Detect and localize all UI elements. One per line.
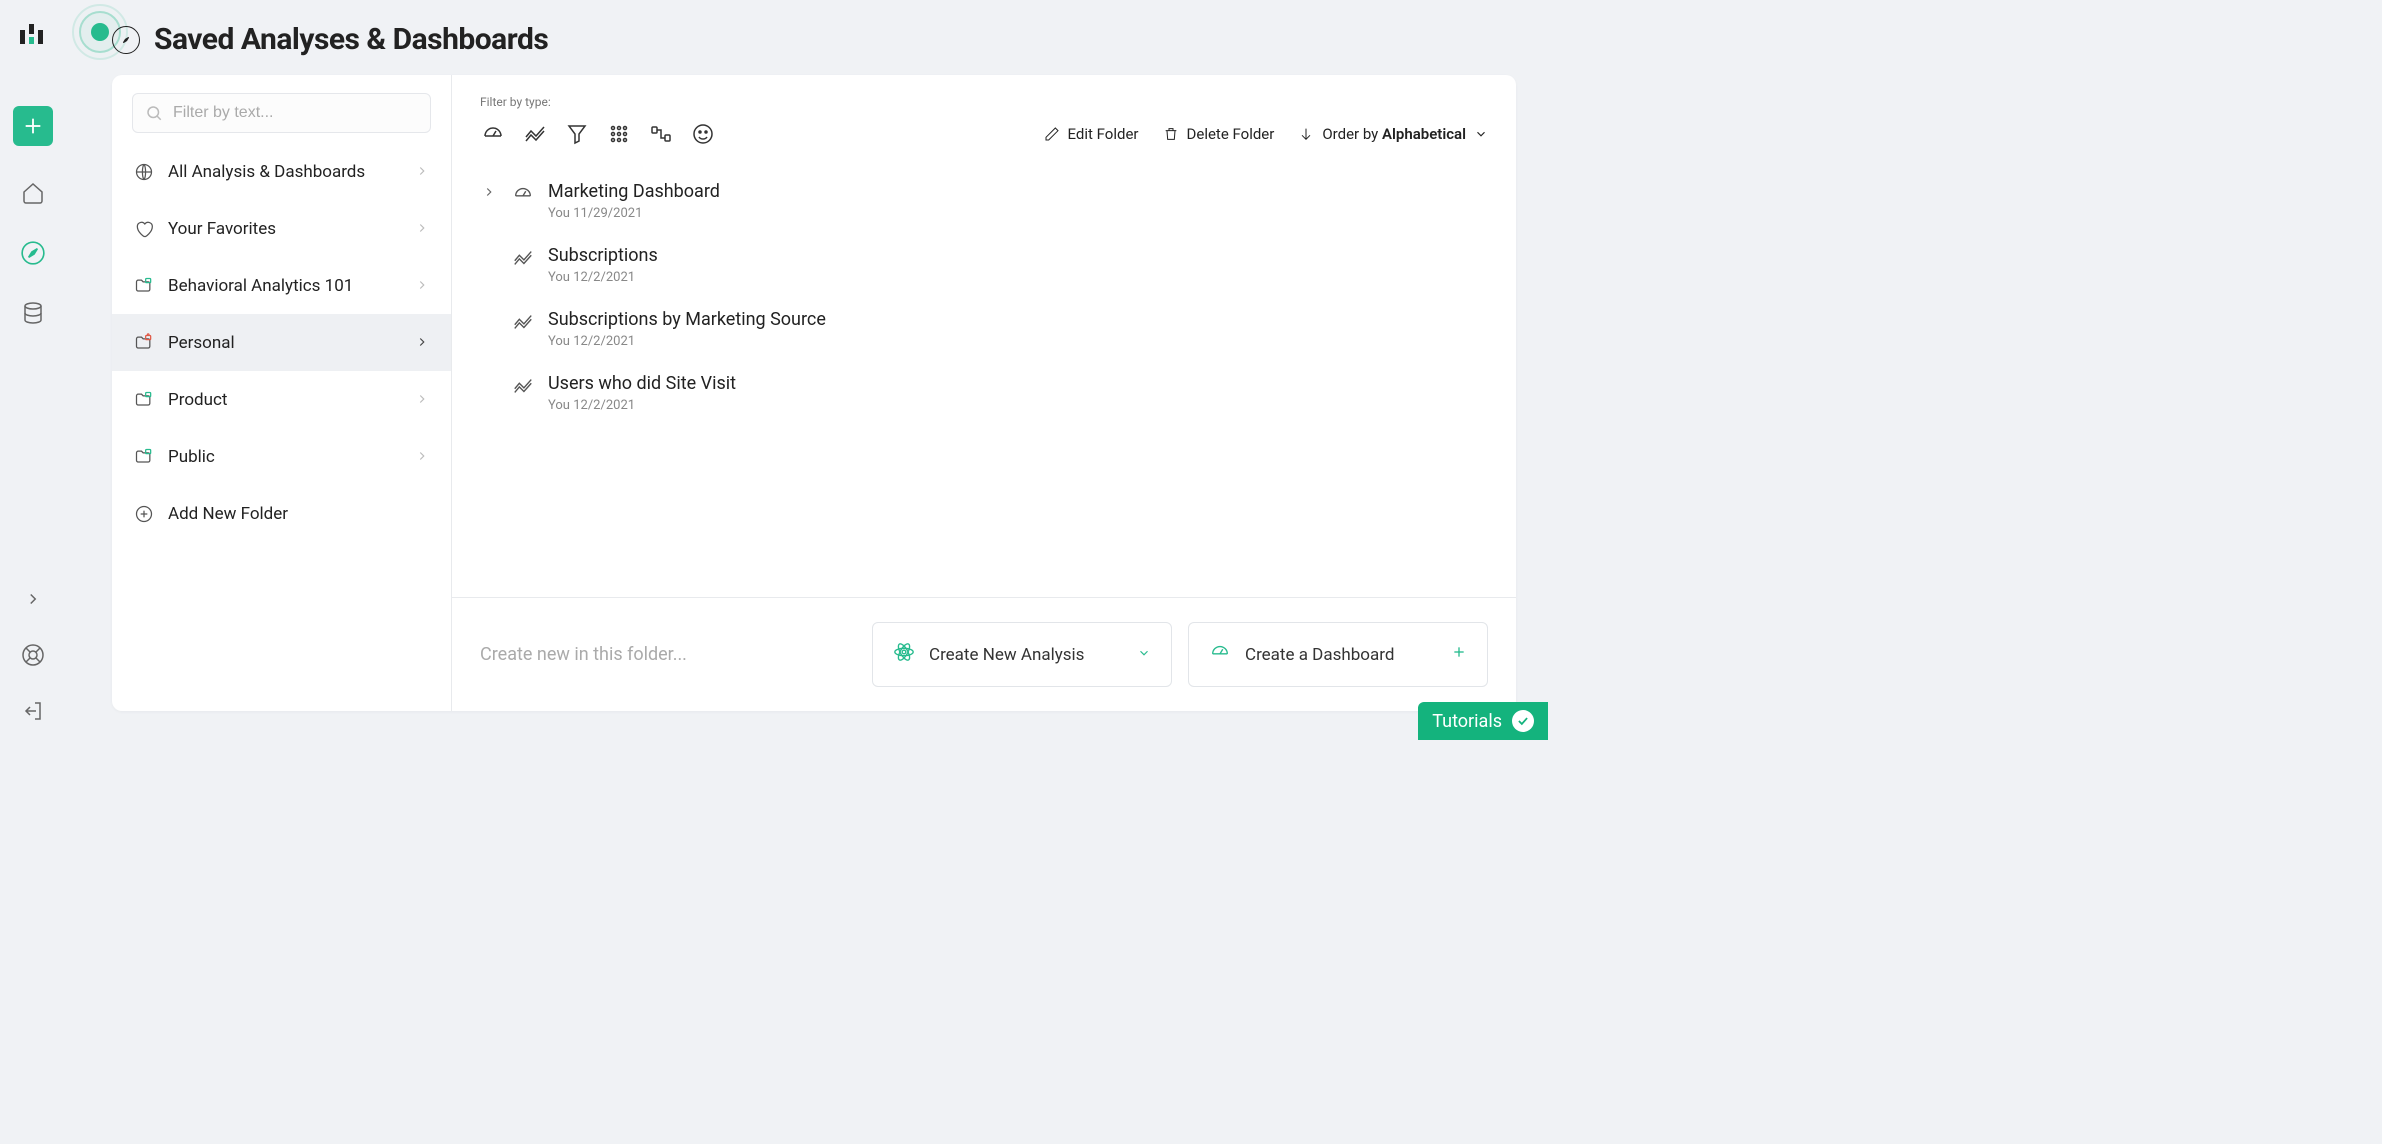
folder-item[interactable]: Behavioral Analytics 101 bbox=[112, 257, 451, 314]
folder-shared-icon bbox=[134, 276, 154, 296]
chevron-right-icon bbox=[415, 334, 429, 353]
folder-favorites[interactable]: Your Favorites bbox=[112, 200, 451, 257]
help-icon[interactable] bbox=[20, 642, 46, 668]
compass-icon bbox=[112, 26, 140, 54]
create-dashboard-button[interactable]: Create a Dashboard bbox=[1188, 622, 1488, 687]
folder-shared-icon bbox=[134, 390, 154, 410]
app-logo bbox=[20, 24, 46, 50]
chevron-right-icon bbox=[415, 448, 429, 467]
home-icon[interactable] bbox=[20, 180, 46, 206]
chevron-down-icon bbox=[1137, 645, 1151, 665]
folder-label: All Analysis & Dashboards bbox=[168, 162, 401, 182]
list-item[interactable]: Users who did Site Visit You 12/2/2021 bbox=[480, 373, 1488, 413]
toolbar: Filter by type: Edit Folder bbox=[452, 75, 1516, 161]
create-dashboard-label: Create a Dashboard bbox=[1245, 645, 1394, 665]
delete-folder-label: Delete Folder bbox=[1187, 125, 1275, 143]
chevron-right-icon[interactable] bbox=[480, 181, 498, 199]
database-icon[interactable] bbox=[20, 300, 46, 326]
filter-dashboard-icon[interactable] bbox=[480, 121, 506, 147]
folder-public[interactable]: Public bbox=[112, 428, 451, 485]
page-header: Saved Analyses & Dashboards bbox=[112, 22, 548, 57]
order-by-value: Alphabetical bbox=[1382, 125, 1466, 143]
chevron-down-icon bbox=[1474, 127, 1488, 141]
item-meta: You 12/2/2021 bbox=[548, 398, 1488, 413]
folder-shared-icon bbox=[134, 447, 154, 467]
item-list: Marketing Dashboard You 11/29/2021 Subsc… bbox=[452, 161, 1516, 433]
dashboard-icon bbox=[1209, 641, 1231, 668]
chevron-right-icon[interactable] bbox=[20, 586, 46, 612]
edit-folder-label: Edit Folder bbox=[1068, 125, 1139, 143]
search-icon bbox=[145, 104, 163, 122]
compass-icon[interactable] bbox=[20, 240, 46, 266]
filter-input[interactable] bbox=[173, 104, 418, 122]
list-item[interactable]: Subscriptions by Marketing Source You 12… bbox=[480, 309, 1488, 349]
list-item[interactable]: Marketing Dashboard You 11/29/2021 bbox=[480, 181, 1488, 221]
item-meta: You 12/2/2021 bbox=[548, 334, 1488, 349]
filter-cohort-icon[interactable] bbox=[606, 121, 632, 147]
add-folder-label: Add New Folder bbox=[168, 504, 429, 524]
analysis-icon bbox=[512, 373, 534, 397]
filter-label: Filter by type: bbox=[480, 95, 1488, 109]
item-meta: You 12/2/2021 bbox=[548, 270, 1488, 285]
folder-label: Public bbox=[168, 447, 401, 467]
item-title: Users who did Site Visit bbox=[548, 373, 1488, 394]
folder-label: Product bbox=[168, 390, 401, 410]
pencil-icon bbox=[1044, 126, 1060, 142]
create-analysis-label: Create New Analysis bbox=[929, 645, 1084, 665]
tutorials-button[interactable]: Tutorials bbox=[1418, 702, 1548, 740]
plus-circle-icon bbox=[134, 504, 154, 524]
edit-folder-button[interactable]: Edit Folder bbox=[1044, 125, 1139, 143]
filter-funnel-icon[interactable] bbox=[564, 121, 590, 147]
create-prompt: Create new in this folder... bbox=[480, 644, 856, 665]
tutorials-label: Tutorials bbox=[1432, 711, 1502, 732]
folder-locked-icon bbox=[134, 333, 154, 353]
chevron-right-icon bbox=[415, 391, 429, 410]
main-content: Filter by type: Edit Folder bbox=[452, 75, 1516, 711]
bottom-bar: Create new in this folder... Create New … bbox=[452, 597, 1516, 711]
filter-persona-icon[interactable] bbox=[690, 121, 716, 147]
chevron-right-icon bbox=[415, 277, 429, 296]
heart-icon bbox=[134, 219, 154, 239]
order-by-prefix: Order by bbox=[1322, 125, 1382, 143]
chevron-right-icon bbox=[415, 220, 429, 239]
analysis-icon bbox=[512, 245, 534, 269]
left-rail bbox=[0, 0, 66, 744]
item-title: Marketing Dashboard bbox=[548, 181, 1488, 202]
folder-label: Your Favorites bbox=[168, 219, 401, 239]
item-meta: You 11/29/2021 bbox=[548, 206, 1488, 221]
analysis-icon bbox=[512, 309, 534, 333]
plus-icon bbox=[1451, 644, 1467, 665]
item-title: Subscriptions bbox=[548, 245, 1488, 266]
page-title: Saved Analyses & Dashboards bbox=[154, 22, 548, 57]
create-analysis-button[interactable]: Create New Analysis bbox=[872, 622, 1172, 687]
item-title: Subscriptions by Marketing Source bbox=[548, 309, 1488, 330]
arrow-down-icon bbox=[1298, 126, 1314, 142]
dashboard-icon bbox=[512, 181, 534, 205]
logout-icon[interactable] bbox=[20, 698, 46, 724]
add-folder-button[interactable]: Add New Folder bbox=[112, 485, 451, 542]
globe-icon bbox=[134, 162, 154, 182]
folder-sidebar: All Analysis & Dashboards Your Favorites… bbox=[112, 75, 452, 711]
filter-analysis-icon[interactable] bbox=[522, 121, 548, 147]
folder-label: Behavioral Analytics 101 bbox=[168, 276, 401, 296]
list-item[interactable]: Subscriptions You 12/2/2021 bbox=[480, 245, 1488, 285]
folder-all[interactable]: All Analysis & Dashboards bbox=[112, 143, 451, 200]
folder-label: Personal bbox=[168, 333, 401, 353]
delete-folder-button[interactable]: Delete Folder bbox=[1163, 125, 1275, 143]
main-panel: All Analysis & Dashboards Your Favorites… bbox=[112, 75, 1516, 711]
trash-icon bbox=[1163, 126, 1179, 142]
order-by-dropdown[interactable]: Order by Alphabetical bbox=[1298, 125, 1488, 143]
folder-product[interactable]: Product bbox=[112, 371, 451, 428]
chevron-right-icon bbox=[415, 163, 429, 182]
filter-journey-icon[interactable] bbox=[648, 121, 674, 147]
folder-personal[interactable]: Personal bbox=[112, 314, 451, 371]
atom-icon bbox=[893, 641, 915, 668]
check-circle-icon bbox=[1512, 710, 1534, 732]
create-new-button[interactable] bbox=[13, 106, 53, 146]
search-box[interactable] bbox=[132, 93, 431, 133]
